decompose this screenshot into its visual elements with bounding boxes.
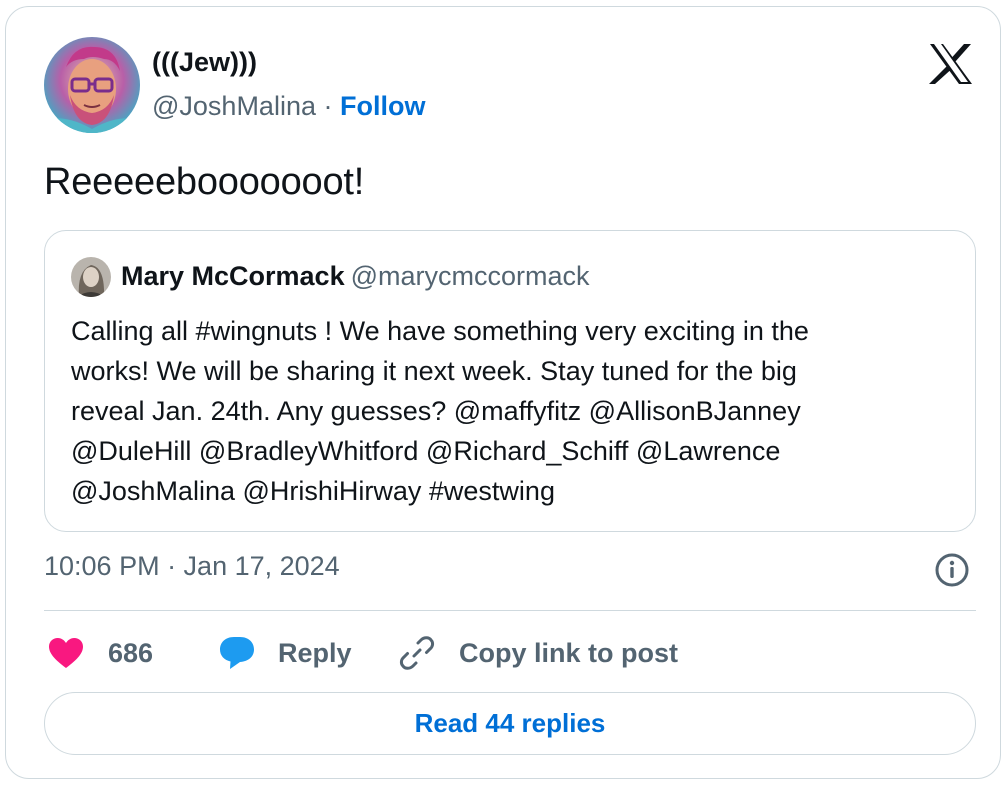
- x-logo-icon[interactable]: [928, 43, 974, 85]
- quoted-text-line: works! We will be sharing it next week. …: [71, 356, 797, 386]
- quoted-text-line: Calling all #wingnuts ! We have somethin…: [71, 316, 809, 346]
- separator-dot: ·: [323, 91, 333, 121]
- quoted-author-avatar[interactable]: [71, 257, 111, 297]
- read-replies-button[interactable]: Read 44 replies: [44, 692, 976, 755]
- copy-link-button[interactable]: Copy link to post: [399, 631, 678, 675]
- info-icon[interactable]: [934, 552, 970, 588]
- quoted-text-line: @DuleHill @BradleyWhitford @Richard_Schi…: [71, 436, 781, 466]
- link-icon: [399, 636, 435, 670]
- tweet-timestamp[interactable]: 10:06 PM · Jan 17, 2024: [44, 551, 340, 582]
- quoted-text-line: reveal Jan. 24th. Any guesses? @maffyfit…: [71, 396, 801, 426]
- embedded-tweet-card: (((Jew))) @JoshMalina · Follow Reeeeeboo…: [5, 6, 1001, 779]
- quoted-author-name[interactable]: Mary McCormack: [121, 261, 345, 291]
- quoted-tweet-text: Calling all #wingnuts ! We have somethin…: [71, 311, 951, 511]
- divider: [44, 610, 976, 611]
- quoted-author-line: Mary McCormack @marycmccormack: [121, 261, 590, 292]
- author-name[interactable]: (((Jew))): [152, 47, 257, 78]
- author-handle[interactable]: @JoshMalina: [152, 91, 316, 121]
- quoted-text-line: @JoshMalina @HrishiHirway #westwing: [71, 476, 555, 506]
- author-handle-line: @JoshMalina · Follow: [152, 91, 426, 122]
- quoted-author-handle[interactable]: @marycmccormack: [351, 261, 590, 291]
- quoted-tweet[interactable]: Mary McCormack @marycmccormack Calling al…: [44, 230, 976, 532]
- author-avatar[interactable]: [44, 37, 140, 133]
- reply-label: Reply: [278, 637, 352, 668]
- tweet-text: Reeeeebooooooot!: [44, 161, 365, 203]
- like-count: 686: [108, 637, 154, 668]
- speech-bubble-icon: [220, 637, 254, 669]
- reply-button[interactable]: Reply: [218, 631, 352, 675]
- copy-link-label: Copy link to post: [459, 637, 678, 668]
- like-button[interactable]: 686: [48, 631, 153, 675]
- heart-icon: [49, 638, 83, 668]
- follow-button[interactable]: Follow: [340, 91, 425, 121]
